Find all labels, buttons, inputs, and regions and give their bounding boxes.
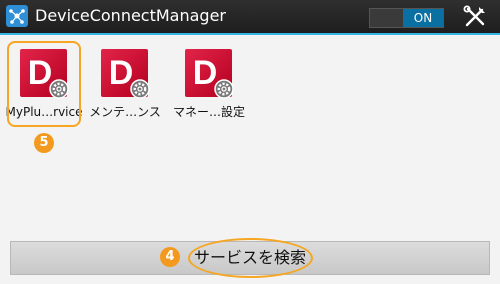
service-toggle[interactable]: ON (369, 8, 444, 28)
plugin-label: マネー…設定 (172, 105, 245, 119)
plugin-item-maintenance[interactable]: D メンテ…ンス (85, 49, 165, 119)
plugin-label: メンテ…ンス (89, 105, 161, 119)
tools-icon[interactable] (462, 4, 488, 30)
plugin-d-icon: D (185, 49, 234, 99)
action-bar-divider (0, 33, 500, 35)
gear-icon (130, 79, 150, 99)
search-highlight-ellipse (188, 238, 313, 278)
action-bar: DeviceConnectManager ON (0, 0, 500, 33)
step-badge-plugin: 5 (34, 133, 54, 153)
gear-icon (214, 79, 234, 99)
app-title: DeviceConnectManager (35, 6, 227, 25)
device-connect-app-icon (6, 5, 28, 27)
plugin-highlight-frame (7, 41, 81, 127)
toggle-on-label: ON (403, 9, 443, 27)
step-badge-search: 4 (160, 247, 180, 267)
plugin-item-manager-settings[interactable]: D マネー…設定 (169, 49, 249, 119)
plugin-d-icon: D (101, 49, 150, 99)
